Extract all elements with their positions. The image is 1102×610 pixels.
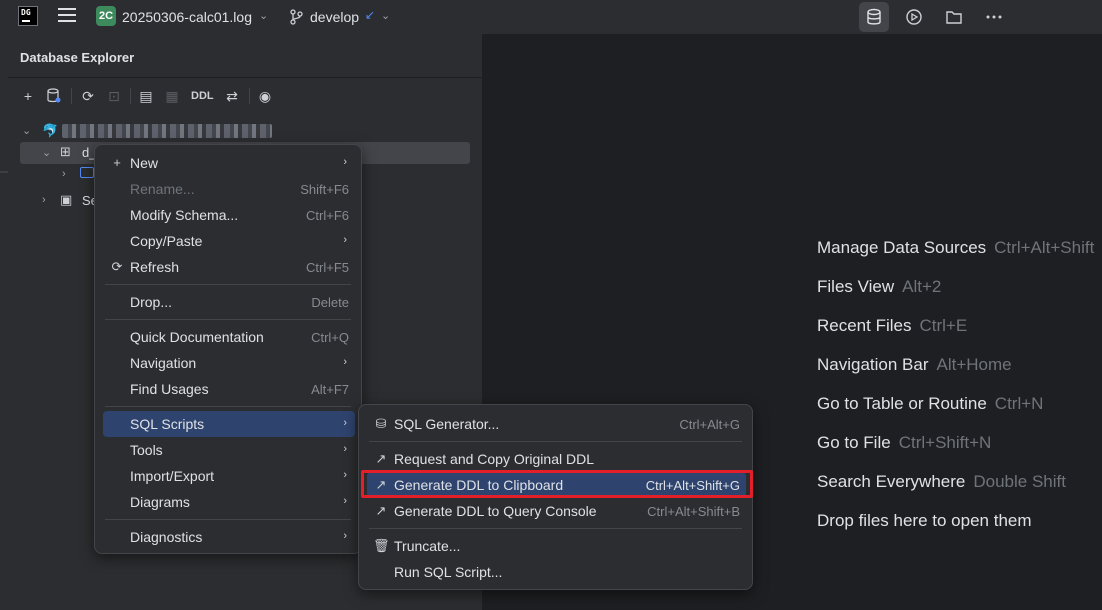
hint-go-to-file: Go to File Ctrl+Shift+N xyxy=(817,433,992,452)
tree-row-server[interactable]: › ▣ Se xyxy=(42,190,102,212)
divider xyxy=(369,441,742,442)
menu-item-rename: Rename... Shift+F6 xyxy=(130,181,349,197)
divider xyxy=(105,284,351,285)
folder-icon[interactable] xyxy=(939,2,969,32)
menu-item-import-export[interactable]: Import/Export › xyxy=(103,463,355,489)
chevron-right-icon: › xyxy=(343,156,347,168)
menu-item-diagrams[interactable]: Diagrams › xyxy=(103,489,355,515)
menu-item-find-usages[interactable]: Find Usages Alt+F7 xyxy=(103,376,355,402)
hint-go-to-table: Go to Table or Routine Ctrl+N xyxy=(817,394,1044,413)
menu-item-sql-generator[interactable]: ⛁ SQL Generator... Ctrl+Alt+G xyxy=(367,411,746,437)
database-icon[interactable] xyxy=(859,2,889,32)
divider xyxy=(71,88,72,104)
divider xyxy=(130,88,131,104)
divider xyxy=(249,88,250,104)
menu-item-refresh[interactable]: ⟳ Refresh Ctrl+F5 xyxy=(103,254,355,280)
chevron-right-icon[interactable]: › xyxy=(62,168,66,180)
divider xyxy=(8,77,483,78)
ddl-icon[interactable]: DDL xyxy=(191,90,214,102)
divider xyxy=(369,528,742,529)
disconnect-icon[interactable]: ⊡ xyxy=(104,86,124,106)
chevron-right-icon: › xyxy=(343,469,347,481)
hint-files-view: Files View Alt+2 xyxy=(817,277,942,296)
folder-icon xyxy=(80,167,94,178)
app-logo-text: DG xyxy=(21,8,31,17)
divider xyxy=(105,319,351,320)
chevron-down-icon[interactable]: ⌄ xyxy=(259,9,268,22)
console-icon[interactable]: ▤ xyxy=(136,86,156,106)
chevron-right-icon: › xyxy=(343,417,347,429)
more-icon[interactable] xyxy=(979,2,1009,32)
project-file-name[interactable]: 20250306-calc01.log xyxy=(122,9,252,25)
chevron-down-icon[interactable]: ⌄ xyxy=(381,9,390,22)
menu-item-new[interactable]: + New › xyxy=(103,150,355,176)
external-link-icon: ↗ xyxy=(375,503,387,518)
divider xyxy=(105,406,351,407)
menu-item-sql-scripts[interactable]: SQL Scripts › xyxy=(103,411,355,437)
hint-drop-files: Drop files here to open them xyxy=(817,511,1032,530)
hint-manage-data-sources: Manage Data Sources Ctrl+Alt+Shift xyxy=(817,238,1095,257)
table-icon[interactable]: ▦ xyxy=(162,86,182,106)
divider xyxy=(105,519,351,520)
menu-item-diagnostics[interactable]: Diagnostics › xyxy=(103,524,355,550)
git-branch-icon xyxy=(290,9,303,25)
left-tool-strip xyxy=(0,34,8,610)
chevron-right-icon: › xyxy=(343,530,347,542)
add-icon[interactable]: + xyxy=(18,86,38,106)
schema-icon: ⊞ xyxy=(60,144,71,159)
chevron-right-icon: › xyxy=(343,443,347,455)
context-menu: + New › Rename... Shift+F6 Modify Schema… xyxy=(94,144,362,554)
app-logo[interactable]: DG xyxy=(18,6,38,26)
tree-row-datasource[interactable]: ⌄ 🐬 xyxy=(22,120,282,142)
view-options-icon[interactable]: ◉ xyxy=(255,86,275,106)
menu-item-copy-paste[interactable]: Copy/Paste › xyxy=(103,228,355,254)
sql-generator-icon: ⛁ xyxy=(375,416,387,431)
annotation-highlight-box xyxy=(361,470,753,498)
menu-item-run-sql-script[interactable]: Run SQL Script... xyxy=(367,559,746,585)
hint-search-everywhere: Search Everywhere Double Shift xyxy=(817,472,1066,491)
hint-navigation-bar: Navigation Bar Alt+Home xyxy=(817,355,1012,374)
hamburger-menu-icon[interactable] xyxy=(58,8,76,24)
chevron-right-icon[interactable]: › xyxy=(42,194,46,206)
external-link-icon: ↗ xyxy=(375,451,387,466)
panel-title: Database Explorer xyxy=(20,50,135,65)
jump-to-icon[interactable]: ⇄ xyxy=(222,86,242,106)
redacted-datasource-name xyxy=(62,124,272,138)
menu-item-truncate[interactable]: 🗑 Truncate... xyxy=(367,533,746,559)
chevron-right-icon: › xyxy=(343,234,347,246)
menu-item-navigation[interactable]: Navigation › xyxy=(103,350,355,376)
trash-icon: 🗑 xyxy=(373,538,390,553)
menu-item-tools[interactable]: Tools › xyxy=(103,437,355,463)
server-objects-icon: ▣ xyxy=(60,192,73,207)
plus-icon: + xyxy=(113,155,121,170)
chevron-right-icon: › xyxy=(343,495,347,507)
mysql-icon: 🐬 xyxy=(42,123,59,138)
menu-item-quick-documentation[interactable]: Quick Documentation Ctrl+Q xyxy=(103,324,355,350)
incoming-changes-icon: ↙ xyxy=(365,8,376,22)
menu-item-modify-schema[interactable]: Modify Schema... Ctrl+F6 xyxy=(103,202,355,228)
chevron-down-icon[interactable]: ⌄ xyxy=(42,146,51,159)
menu-item-request-copy-ddl[interactable]: ↗ Request and Copy Original DDL xyxy=(367,446,746,472)
chevron-right-icon: › xyxy=(343,356,347,368)
title-bar: DG 2C 20250306-calc01.log ⌄ develop ↙ ⌄ xyxy=(0,0,1102,34)
git-branch-name[interactable]: develop xyxy=(310,9,359,25)
menu-item-drop[interactable]: Drop... Delete xyxy=(103,289,355,315)
hint-recent-files: Recent Files Ctrl+E xyxy=(817,316,968,335)
data-source-properties-icon[interactable] xyxy=(44,86,64,106)
refresh-icon: ⟳ xyxy=(111,259,123,274)
file-badge[interactable]: 2C xyxy=(96,6,116,26)
refresh-icon[interactable]: ⟳ xyxy=(78,86,98,106)
chevron-down-icon[interactable]: ⌄ xyxy=(22,124,31,137)
run-icon[interactable] xyxy=(899,2,929,32)
menu-item-generate-ddl-console[interactable]: ↗ Generate DDL to Query Console Ctrl+Alt… xyxy=(367,498,746,524)
